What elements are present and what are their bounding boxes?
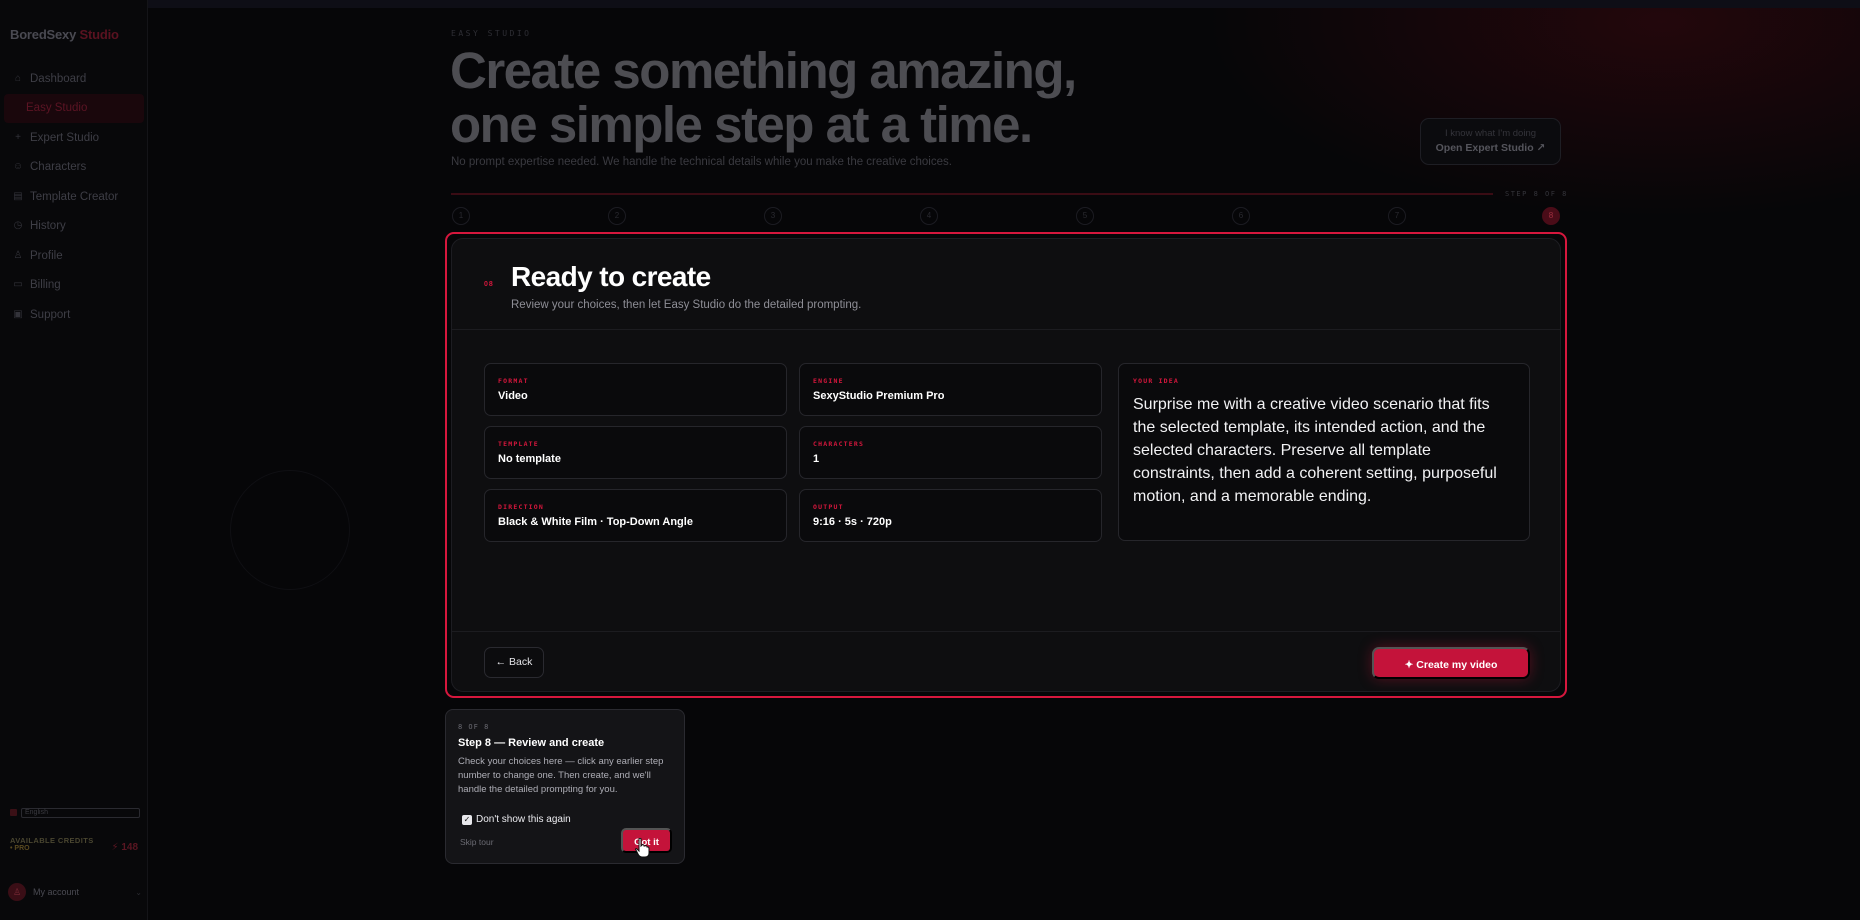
sidebar-item-label: Profile	[30, 249, 63, 262]
step-counter: STEP 8 OF 8	[1505, 190, 1568, 198]
page-kicker: EASY STUDIO	[451, 29, 532, 38]
review-title: Ready to create	[511, 261, 711, 292]
card-key: FORMAT	[498, 377, 529, 385]
page-subtitle: No prompt expertise needed. We handle th…	[451, 156, 952, 168]
review-panel: 08 Ready to create Review your choices, …	[451, 238, 1561, 692]
tour-counter: 8 OF 8	[458, 723, 490, 731]
chevron-down-icon: ⌄	[135, 887, 142, 897]
card-key: ENGINE	[813, 377, 844, 385]
sidebar-item-label: Easy Studio	[26, 102, 88, 115]
step-5-button[interactable]: 5	[1076, 207, 1094, 225]
checkbox-label: Don't show this again	[476, 814, 571, 825]
language-selector[interactable]: English	[10, 806, 140, 819]
sidebar-item-label: Dashboard	[30, 72, 87, 85]
clock-icon: ◷	[13, 220, 23, 232]
step-number-mark: 08	[484, 281, 494, 288]
sidebar: BoredSexy Studio ⌂ Dashboard Easy Studio …	[0, 0, 148, 920]
sidebar-item-label: Characters	[30, 161, 87, 174]
sidebar-item-expert-studio[interactable]: + Expert Studio	[0, 123, 148, 153]
step-8-button[interactable]: 8	[1542, 207, 1560, 225]
card-key: TEMPLATE	[498, 440, 539, 448]
users-icon: ☺	[12, 161, 24, 173]
card-value: 9:16 · 5s · 720p	[813, 516, 892, 528]
background-glow	[1200, 0, 1860, 220]
idea-key: YOUR IDEA	[1133, 377, 1180, 385]
open-expert-studio-link[interactable]: Open Expert Studio ↗	[1421, 142, 1560, 154]
card-value: Black & White Film · Top-Down Angle	[498, 516, 693, 528]
sidebar-item-label: Billing	[30, 279, 61, 292]
checkbox-checked-icon[interactable]: ✓	[462, 814, 472, 825]
step-1-button[interactable]: 1	[452, 207, 470, 225]
back-button[interactable]: ← Back	[484, 647, 544, 678]
review-subtitle: Review your choices, then let Easy Studi…	[511, 299, 862, 311]
card-value: 1	[813, 453, 820, 465]
card-key: DIRECTION	[498, 503, 545, 511]
sidebar-item-label: Expert Studio	[30, 131, 100, 144]
card-value: Video	[498, 390, 528, 402]
sidebar-item-easy-studio[interactable]: Easy Studio	[4, 93, 144, 123]
progress-bar	[451, 193, 1493, 195]
app-root: BoredSexy Studio ⌂ Dashboard Easy Studio …	[0, 0, 1860, 920]
card-icon: ▭	[13, 279, 23, 291]
sidebar-item-label: History	[30, 220, 66, 233]
sidebar-item-characters[interactable]: ☺ Characters	[0, 153, 148, 183]
flag-icon	[10, 809, 17, 816]
sidebar-nav: ⌂ Dashboard Easy Studio + Expert Studio ☺ C…	[0, 64, 148, 330]
template-card: TEMPLATE No template	[484, 426, 787, 479]
open-expert-studio-card[interactable]: I know what I'm doing Open Expert Studio…	[1420, 118, 1561, 165]
brand-logo[interactable]: BoredSexy Studio	[10, 27, 119, 42]
sidebar-item-template-creator[interactable]: ▤ Template Creator	[0, 182, 148, 212]
card-key: OUTPUT	[813, 503, 844, 511]
card-key: CHARACTERS	[813, 440, 865, 448]
avatar: ♙	[8, 883, 26, 901]
step-4-button[interactable]: 4	[920, 207, 938, 225]
sidebar-item-history[interactable]: ◷ History	[0, 212, 148, 242]
characters-card: CHARACTERS 1	[799, 426, 1102, 479]
tour-title: Step 8 — Review and create	[458, 737, 605, 749]
home-icon: ⌂	[14, 72, 22, 84]
step-3-button[interactable]: 3	[764, 207, 782, 225]
card-value: SexyStudio Premium Pro	[813, 390, 945, 402]
card-value: No template	[498, 453, 561, 465]
direction-card: DIRECTION Black & White Film · Top-Down …	[484, 489, 787, 542]
plus-icon: +	[15, 131, 21, 143]
account-menu[interactable]: ♙ My account ⌄	[8, 878, 142, 906]
output-card: OUTPUT 9:16 · 5s · 720p	[799, 489, 1102, 542]
user-icon: ♙	[13, 249, 23, 261]
skip-tour-link[interactable]: Skip tour	[460, 837, 494, 847]
language-select[interactable]: English	[21, 807, 140, 818]
page-title: Create something amazing, one simple step…	[450, 42, 1077, 153]
pointer-cursor-icon	[635, 838, 650, 858]
template-icon: ▤	[13, 190, 23, 202]
sidebar-item-billing[interactable]: ▭ Billing	[0, 271, 148, 301]
step-7-button[interactable]: 7	[1388, 207, 1406, 225]
sidebar-item-label: Support	[30, 308, 71, 321]
tour-body: Check your choices here — click any earl…	[458, 756, 664, 795]
sidebar-item-dashboard[interactable]: ⌂ Dashboard	[0, 64, 148, 94]
step-2-button[interactable]: 2	[608, 207, 626, 225]
review-panel-header: 08 Ready to create Review your choices, …	[452, 239, 1560, 330]
idea-card: YOUR IDEA Surprise me with a creative vi…	[1118, 363, 1530, 541]
credits-box: AVAILABLE CREDITS • PRO ⚡ 148	[10, 836, 140, 858]
chat-icon: ▣	[13, 308, 23, 320]
idea-text: Surprise me with a creative video scenar…	[1133, 396, 1497, 505]
account-name: My account	[33, 887, 80, 897]
dont-show-again-checkbox[interactable]: ✓ Don't show this again	[462, 814, 571, 825]
sidebar-item-label: Template Creator	[30, 190, 119, 203]
top-bar	[148, 0, 1860, 8]
review-panel-footer: ← Back ✦ Create my video	[452, 631, 1560, 691]
engine-card: ENGINE SexyStudio Premium Pro	[799, 363, 1102, 416]
sidebar-item-profile[interactable]: ♙ Profile	[0, 241, 148, 271]
expert-question: I know what I'm doing	[1444, 128, 1537, 139]
step-6-button[interactable]: 6	[1232, 207, 1250, 225]
sidebar-item-support[interactable]: ▣ Support	[0, 300, 148, 330]
format-card: FORMAT Video	[484, 363, 787, 416]
create-video-button[interactable]: ✦ Create my video	[1372, 647, 1530, 679]
background-circle	[230, 470, 350, 590]
credits-amount: ⚡ 148	[111, 842, 138, 853]
